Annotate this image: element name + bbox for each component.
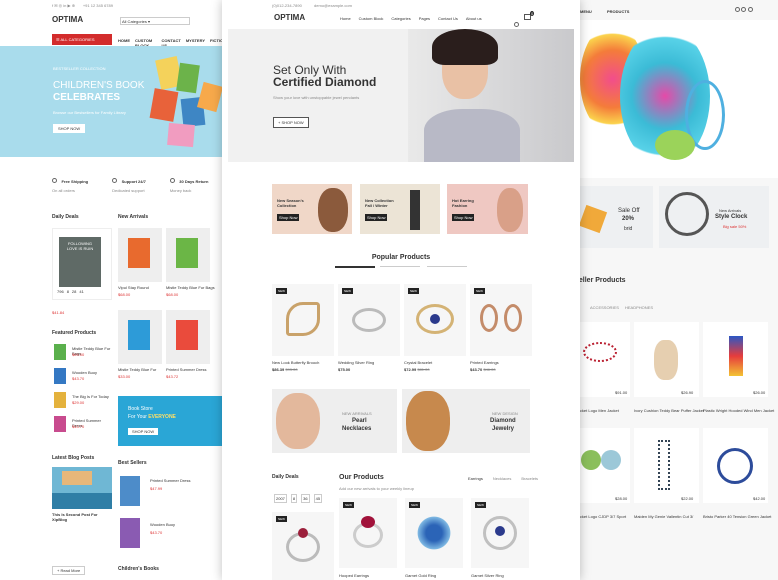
featured-heading: Featured Products xyxy=(52,330,97,336)
right-header-icons xyxy=(735,7,753,14)
left-feature-row: Free Shipping On all orders Support 24/7 D… xyxy=(52,170,208,193)
hero-shop-button[interactable]: SHOP NOW xyxy=(53,124,86,133)
deal-price: $41.84 xyxy=(52,310,65,315)
search-icon[interactable] xyxy=(735,7,740,12)
truck-icon xyxy=(52,178,57,183)
product-card[interactable]: NEW xyxy=(272,284,334,356)
banner-hot-earring[interactable]: Hot Earring Fashion Shop Now xyxy=(447,184,528,234)
product-card[interactable]: NEW xyxy=(338,284,400,356)
model-photo xyxy=(408,29,574,162)
right-row-2: $28.00 Pocket Logo CJDP 3/7 Sport $22.00… xyxy=(575,428,778,523)
hero-title-1: CHILDREN'S BOOK xyxy=(53,80,145,91)
promo-shop-button[interactable]: SHOP NOW xyxy=(128,428,159,435)
deal-countdown: 2007 8 36 45 xyxy=(274,494,323,503)
books-illustration xyxy=(148,54,224,150)
deal-card[interactable]: FOLLOWING LOVE IS RUIN 796 8 28 41 xyxy=(52,228,112,300)
left-logo[interactable]: OPTIMA xyxy=(52,15,83,24)
best-sellers-heading: Best Sellers xyxy=(118,460,147,466)
nav-pages[interactable]: Pages xyxy=(419,16,430,21)
return-icon xyxy=(169,178,175,183)
center-hero: Set Only With Certified Diamond Show you… xyxy=(228,29,574,162)
banner3-shop-button[interactable]: Shop Now xyxy=(452,214,475,221)
hero-kicker: BESTSELLER COLLECTION xyxy=(53,66,106,71)
all-categories-button[interactable]: ☰ ALL CATEGORIES xyxy=(52,34,112,45)
hero-shop-now-button[interactable]: + SHOP NOW xyxy=(273,117,309,128)
pearl-banner[interactable]: NEW ARRIVALS Pearl Necklaces xyxy=(272,389,397,453)
arrivals-grid-2: Mistle Teddy Blue Fur $33.00 Printed Sum… xyxy=(118,310,226,386)
popular-tab-active[interactable] xyxy=(335,266,375,268)
our-product-card[interactable]: NEW xyxy=(471,498,529,568)
childrens-books-heading: Children's Books xyxy=(118,566,159,572)
banner-fall-winter[interactable]: New Collection Fall / Winter Shop Now xyxy=(360,184,440,234)
center-nav: Home Custom Block Categories Pages Conta… xyxy=(340,16,482,21)
arrivals-grid: Vipul Stay Round $68.00 Mistle Teddy Blu… xyxy=(118,228,226,304)
blog-heading: Latest Blog Posts xyxy=(52,455,95,461)
diamond-banner[interactable]: NEW DESIGN Diamond Jewelry xyxy=(402,389,530,453)
banner-new-season[interactable]: New Season's Collection Shop Now xyxy=(272,184,352,234)
nav-home[interactable]: Home xyxy=(340,16,351,21)
popular-products-heading: Popular Products xyxy=(371,254,431,261)
center-daily-deals-heading: Daily Deals xyxy=(272,474,299,480)
tab-bracelets[interactable]: Bracelets xyxy=(521,476,538,481)
headset-icon xyxy=(112,178,118,183)
new-arrivals-heading: New Arrivals xyxy=(118,214,149,220)
left-search-input[interactable]: All Categories ▾ xyxy=(120,17,190,25)
right-bestseller-heading: seller Products xyxy=(575,277,626,284)
popular-tab[interactable] xyxy=(380,266,420,267)
hero-subtitle: Show your love with unstoppable jewel pe… xyxy=(273,95,360,100)
our-products-heading: Our Products xyxy=(339,474,384,481)
hero-sub: Browse our Bestsellers for Family Librar… xyxy=(53,110,126,115)
hero-title-2: CELEBRATES xyxy=(53,92,121,103)
nav-custom-block[interactable]: Custom Block xyxy=(359,16,384,21)
banner1-shop-button[interactable]: Shop Now xyxy=(277,214,300,221)
banner2-shop-button[interactable]: Shop Now xyxy=(365,214,388,221)
popular-tab-3[interactable] xyxy=(427,266,467,267)
center-page-preview: (0)012-234-7890 demo@example.com OPTIMA … xyxy=(222,0,580,580)
featured-list: Mistle Teddy Blue Fur Bags $69.00 Wooden … xyxy=(52,342,112,437)
blog-image xyxy=(52,467,112,509)
nav-categories[interactable]: Categories xyxy=(391,16,410,21)
blog-title[interactable]: This Is Second Post For XipBlog xyxy=(52,512,112,522)
book-store-promo: Book Store For Your EVERYONE SHOP NOW xyxy=(118,396,226,446)
best-list: Printed Summer Dress $47.99 Wooden Buoy $4… xyxy=(118,472,226,552)
our-product-card[interactable]: NEW xyxy=(405,498,463,568)
center-logo[interactable]: OPTIMA xyxy=(274,13,305,22)
right-row-1: $91.00 Pocket Logo Men Jacket $26.90 Ivo… xyxy=(575,322,778,417)
right-page-preview: MENU PRODUCTS Sale Off 20% brid New Arri… xyxy=(555,0,778,580)
feature-support: Support 24/7 Dedicated support xyxy=(112,178,146,193)
read-more-button[interactable]: + Read More xyxy=(52,566,86,575)
nav-about[interactable]: About us xyxy=(466,16,482,21)
tab-headphones[interactable]: HEADPHONES xyxy=(625,305,653,310)
hero-title-line2: Certified Diamond xyxy=(273,75,377,89)
right-nav-menu[interactable]: MENU xyxy=(580,9,592,14)
cart-icon[interactable] xyxy=(747,7,753,12)
deal-book-cover: FOLLOWING LOVE IS RUIN xyxy=(59,237,101,287)
user-icon[interactable] xyxy=(741,7,747,12)
left-page-preview: f ✉ ◎ in ▶ ⊕ +91 12 345 6789 OPTIMA All … xyxy=(0,0,226,580)
right-nav-products[interactable]: PRODUCTS xyxy=(607,9,629,14)
tab-necklaces[interactable]: Necklaces xyxy=(493,476,511,481)
popular-grid: NEW New Look Butterfly Brooch $86.39 $93… xyxy=(272,284,532,374)
our-products-tabs: Earrings Necklaces Bracelets xyxy=(468,476,538,481)
feature-shipping: Free Shipping On all orders xyxy=(52,178,89,193)
clock-banner[interactable]: New Arrivals Style Clock Big sale 50% xyxy=(659,186,769,248)
sale-banner[interactable]: Sale Off 20% brid xyxy=(578,186,653,248)
cart-icon[interactable]: 0 xyxy=(524,11,535,20)
deal-product[interactable]: NEW xyxy=(272,512,334,580)
our-product-card[interactable]: NEW xyxy=(339,498,397,568)
tab-accessories[interactable]: ACCESSORIES xyxy=(590,305,619,310)
center-topbar: (0)012-234-7890 demo@example.com xyxy=(272,3,352,8)
product-card[interactable]: NEW xyxy=(470,284,532,356)
feature-return: 30 Days Return Money back xyxy=(169,178,209,193)
left-hero-banner: BESTSELLER COLLECTION CHILDREN'S BOOK CE… xyxy=(0,46,226,157)
nav-contact[interactable]: Contact Us xyxy=(438,16,458,21)
left-topbar-social: f ✉ ◎ in ▶ ⊕ +91 12 345 6789 xyxy=(52,3,113,8)
tab-earrings[interactable]: Earrings xyxy=(468,476,483,481)
product-card[interactable]: NEW xyxy=(404,284,466,356)
quilling-hero xyxy=(555,20,778,178)
our-products-sub: Add our new arrivals to your weekly line… xyxy=(339,486,414,491)
daily-deals-heading: Daily Deals xyxy=(52,214,79,220)
